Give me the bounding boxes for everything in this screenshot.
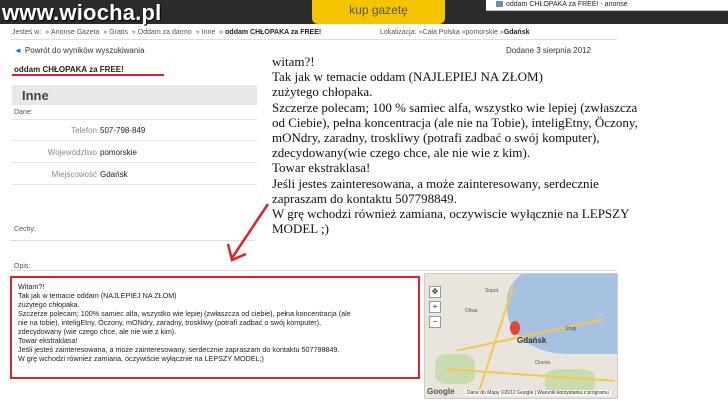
detail-key: Województwo <box>47 148 97 157</box>
buy-newspaper-button[interactable]: kup gazetę <box>312 0 445 24</box>
overlay-line: Towar ekstraklasa! <box>272 160 371 176</box>
zoom-in-button[interactable]: + <box>429 301 441 313</box>
divider <box>10 270 617 271</box>
watermark: www.wiocha.pl <box>2 0 162 25</box>
description-line: Jeśli jesteś zainteresowana, a może zain… <box>18 345 340 354</box>
divider <box>10 39 617 40</box>
ad-title: oddam CHŁOPAKA za FREE! <box>14 65 124 74</box>
location-item[interactable]: Cała Polska <box>422 29 459 36</box>
detail-key: Telefon <box>71 126 97 135</box>
details-section-title: Inne <box>12 85 257 105</box>
back-to-results-link[interactable]: ◄ Powrót do wyników wyszukiwania <box>14 46 145 55</box>
zoom-out-button[interactable]: − <box>429 316 441 328</box>
overlay-line: Szczerze polecam; 100 % samiec alfa, wsz… <box>272 99 638 115</box>
google-logo: Google <box>427 387 455 396</box>
page-icon <box>496 1 503 8</box>
tab-title: oddam CHŁOPAKA za FREE! - anonse <box>506 1 628 8</box>
location-label: Lokalizacja: <box>380 29 417 36</box>
breadcrumb: Jesteś w: » Anonse Gazeta » Gratis » Oddam … <box>12 29 322 36</box>
overlay-line: MODEL ;) <box>272 221 329 237</box>
overlay-line: witam?! <box>272 54 315 69</box>
description-line: Towar ekstraklasa! <box>18 336 78 345</box>
overlay-line: od Ciebie), pełna koncentracja (ale nie … <box>272 114 638 130</box>
breadcrumb-prefix: Jesteś w: <box>12 29 42 36</box>
overlay-line: zapraszam do kontaktu 507798849. <box>272 190 457 206</box>
overlay-line: mONdry, zaradny, troskliwy (potrafi zadb… <box>272 130 600 146</box>
detail-row-region: Województwo pomorskie <box>12 141 257 163</box>
breadcrumb-item[interactable]: Inne <box>202 29 216 36</box>
arrow-left-icon: ◄ <box>14 46 22 55</box>
description-line: zdecydowany (wie czego chce, ale nie wie… <box>18 327 177 336</box>
detail-key: Miejscowość <box>51 170 97 179</box>
description-line: nie na tobie), inteligEtny, Öczony, mONd… <box>18 318 322 327</box>
description-line: Witam?! <box>18 282 45 291</box>
divider <box>10 240 255 241</box>
map-pin-icon[interactable] <box>510 321 520 335</box>
map-pan-icon[interactable]: ✥ <box>429 286 441 298</box>
detail-value[interactable]: 507-798-849 <box>100 126 145 135</box>
overlay-line: Jeśli jestes zainteresowana, a może zain… <box>272 175 599 191</box>
dane-label: Dane: <box>14 109 33 116</box>
red-underline <box>12 74 164 76</box>
location-breadcrumb: Lokalizacja: »Cała Polska »pomorskie »Gd… <box>380 29 530 36</box>
opis-label: Opis: <box>14 263 31 270</box>
red-arrow-icon <box>226 203 270 262</box>
map-place-label: Sopot <box>485 288 499 294</box>
overlay-line: W grę wchodzi również zamiana, oczywisci… <box>272 206 630 222</box>
description-box: Witam?! Tak jak w temacie oddam (NAJLEPI… <box>10 276 420 379</box>
detail-row-city: Miejscowość Gdańsk <box>12 163 257 185</box>
breadcrumb-item[interactable]: Anonse Gazeta <box>51 29 99 36</box>
map-zoom-controls: ✥ + − <box>429 286 441 348</box>
description-line: Tak jak w temacie oddam (NAJLEPIEJ NA ZŁ… <box>18 291 177 300</box>
map-place-label: Oliwa <box>465 308 478 314</box>
map-attribution[interactable]: Dane do Mapy ©2012 Google | Warunki korz… <box>465 390 611 396</box>
breadcrumb-item[interactable]: Oddam za darmo <box>138 29 192 36</box>
back-link-label: Powrót do wyników wyszukiwania <box>24 46 145 55</box>
map-place-label: Orunia <box>535 360 551 366</box>
location-map[interactable]: Sopot Oliwa Stogi Orunia ✥ + − Gdańsk Go… <box>424 273 618 399</box>
location-current: Gdańsk <box>503 29 530 36</box>
breadcrumb-current: oddam CHŁOPAKA za FREE! <box>225 29 322 36</box>
detail-value: pomorskie <box>100 148 137 157</box>
enlarged-description: witam?! Tak jak w temacie oddam (NAJLEPI… <box>272 54 712 236</box>
map-place-label: Stogi <box>565 326 577 332</box>
description-line: Szczerze polecam; 100% samiec alfa, wszy… <box>18 309 351 318</box>
location-item[interactable]: pomorskie <box>466 29 498 36</box>
browser-tab[interactable]: oddam CHŁOPAKA za FREE! - anonse <box>486 0 728 11</box>
overlay-line: Tak jak w temacie oddam (NAJLEPIEJ NA ZŁ… <box>272 69 543 85</box>
description-line: W grę wchodzi również zamiana, oczywiści… <box>18 354 264 363</box>
detail-row-phone: Telefon 507-798-849 <box>12 119 257 141</box>
cechy-label: Cechy: <box>14 226 36 233</box>
map-city-label: Gdańsk <box>517 336 547 345</box>
overlay-line: zużytego chłopaka. <box>272 84 373 100</box>
overlay-line: zdecydowany(wie czego chce, ale nie wie … <box>272 145 531 161</box>
detail-value: Gdańsk <box>100 170 128 179</box>
description-line: zużytego chłopaka. <box>18 300 80 309</box>
breadcrumb-item[interactable]: Gratis <box>109 29 128 36</box>
